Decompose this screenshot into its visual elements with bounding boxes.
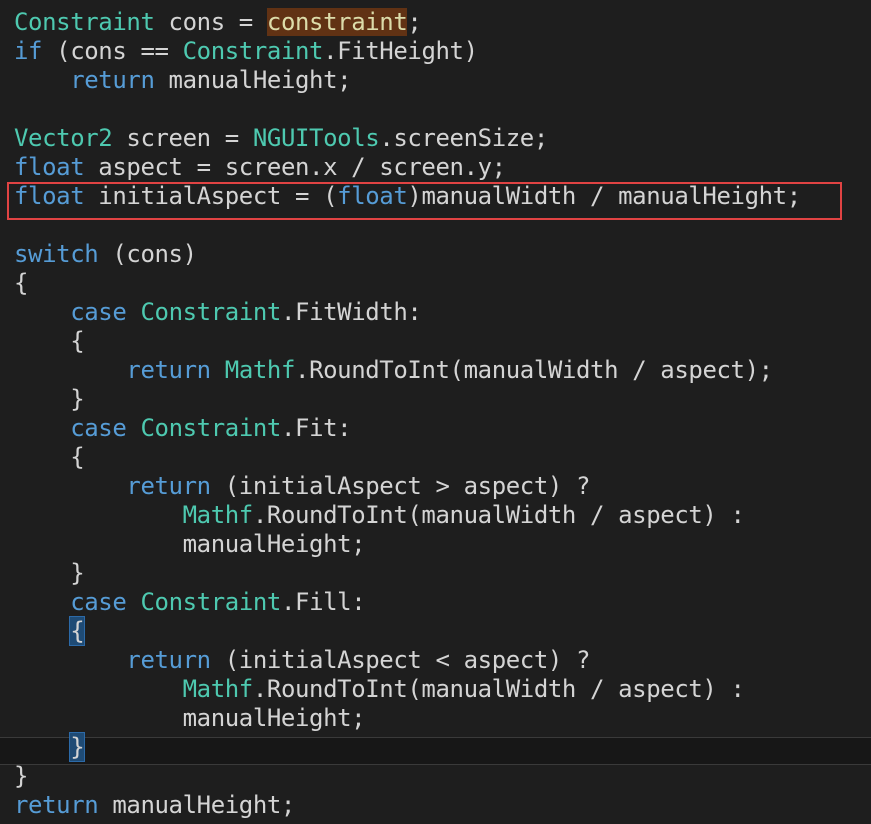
code-token-keyword: return	[126, 356, 211, 384]
code-token-plain: manualHeight;	[98, 791, 295, 819]
code-token-plain: {	[14, 443, 85, 471]
code-token-bracket-match: }	[69, 732, 86, 762]
code-line[interactable]: return (initialAspect > aspect) ?	[0, 472, 871, 501]
code-token-keyword: return	[70, 66, 155, 94]
code-token-plain: aspect = screen.x / screen.y;	[84, 153, 506, 181]
code-token-plain: .FitHeight)	[323, 37, 478, 65]
code-token-type-name: Mathf	[182, 501, 254, 529]
code-line[interactable]: }	[0, 762, 871, 791]
code-editor[interactable]: Constraint cons = constraint; if (cons ==…	[0, 0, 871, 824]
code-token-plain: manualHeight;	[14, 530, 366, 558]
code-token-plain: (initialAspect < aspect) ?	[210, 646, 591, 674]
code-token-plain: }	[14, 762, 29, 790]
code-token-plain: ;	[407, 8, 422, 36]
code-line[interactable]: Mathf.RoundToInt(manualWidth / aspect) :	[0, 675, 871, 704]
code-line[interactable]: case Constraint.Fit:	[0, 414, 871, 443]
code-token-plain: .Fit:	[280, 414, 352, 442]
code-line[interactable]: float aspect = screen.x / screen.y;	[0, 153, 871, 182]
code-line[interactable]: {	[0, 616, 871, 646]
code-line[interactable]: case Constraint.FitWidth:	[0, 298, 871, 327]
code-token-keyword: case	[70, 298, 127, 326]
code-token-bracket-match: {	[69, 616, 86, 646]
code-line[interactable]: return manualHeight;	[0, 791, 871, 820]
code-token-plain: manualHeight;	[154, 66, 352, 94]
code-token-plain: (cons ==	[42, 37, 183, 65]
code-token-type-name: NGUITools	[252, 124, 380, 152]
code-token-plain: .RoundToInt(manualWidth / aspect) :	[252, 675, 745, 703]
code-token-type-name: Constraint	[140, 298, 281, 326]
code-token-plain: .screenSize;	[379, 124, 548, 152]
code-token-keyword: return	[14, 791, 99, 819]
code-token-type-name: Mathf	[182, 675, 254, 703]
code-token-plain: {	[14, 269, 29, 297]
code-token-plain: manualHeight;	[14, 704, 366, 732]
code-token-type-name: Constraint	[182, 37, 324, 65]
code-token-plain: {	[14, 327, 85, 355]
code-line[interactable]: }	[0, 559, 871, 588]
code-line[interactable]	[0, 95, 871, 124]
code-line[interactable]: if (cons == Constraint.FitHeight)	[0, 37, 871, 66]
code-line[interactable]: return Mathf.RoundToInt(manualWidth / as…	[0, 356, 871, 385]
code-line[interactable]: }	[0, 732, 871, 762]
code-token-keyword: if	[14, 37, 43, 65]
code-token-type-name: Constraint	[14, 8, 155, 36]
code-token-type-name: Mathf	[224, 356, 296, 384]
code-token-plain: .RoundToInt(manualWidth / aspect);	[295, 356, 773, 384]
code-token-plain: }	[14, 385, 85, 413]
code-token-type-name: Constraint	[140, 588, 281, 616]
code-token-plain: cons =	[154, 8, 267, 36]
code-token-keyword: float	[14, 153, 85, 181]
code-line[interactable]: switch (cons)	[0, 240, 871, 269]
code-line[interactable]: Vector2 screen = NGUITools.screenSize;	[0, 124, 871, 153]
code-token-type-name: Constraint	[140, 414, 281, 442]
code-line[interactable]: }	[0, 385, 871, 414]
code-token-keyword: return	[126, 472, 211, 500]
code-line[interactable]: {	[0, 443, 871, 472]
code-line[interactable]: manualHeight;	[0, 704, 871, 733]
code-line[interactable]: {	[0, 327, 871, 356]
code-token-type-name: Vector2	[14, 124, 113, 152]
code-token-keyword: case	[70, 414, 127, 442]
code-token-plain: }	[14, 559, 85, 587]
code-line[interactable]: Constraint cons = constraint;	[0, 8, 871, 37]
annotation-box	[7, 182, 842, 220]
code-token-plain: .Fill:	[280, 588, 366, 616]
code-token-plain: screen =	[112, 124, 253, 152]
code-token-keyword: switch	[14, 240, 99, 268]
code-token-plain: .RoundToInt(manualWidth / aspect) :	[252, 501, 745, 529]
code-line[interactable]: Mathf.RoundToInt(manualWidth / aspect) :	[0, 501, 871, 530]
code-line[interactable]: case Constraint.Fill:	[0, 588, 871, 617]
code-line[interactable]: {	[0, 269, 871, 298]
code-token-keyword: return	[126, 646, 211, 674]
code-line[interactable]: return (initialAspect < aspect) ?	[0, 646, 871, 675]
code-token-highlight: constraint	[266, 8, 408, 36]
code-token-plain: (initialAspect > aspect) ?	[210, 472, 591, 500]
code-token-keyword: case	[70, 588, 127, 616]
code-line[interactable]: return manualHeight;	[0, 66, 871, 95]
code-token-plain: .FitWidth:	[280, 298, 422, 326]
code-token-plain: (cons)	[98, 240, 197, 268]
code-line[interactable]: manualHeight;	[0, 530, 871, 559]
